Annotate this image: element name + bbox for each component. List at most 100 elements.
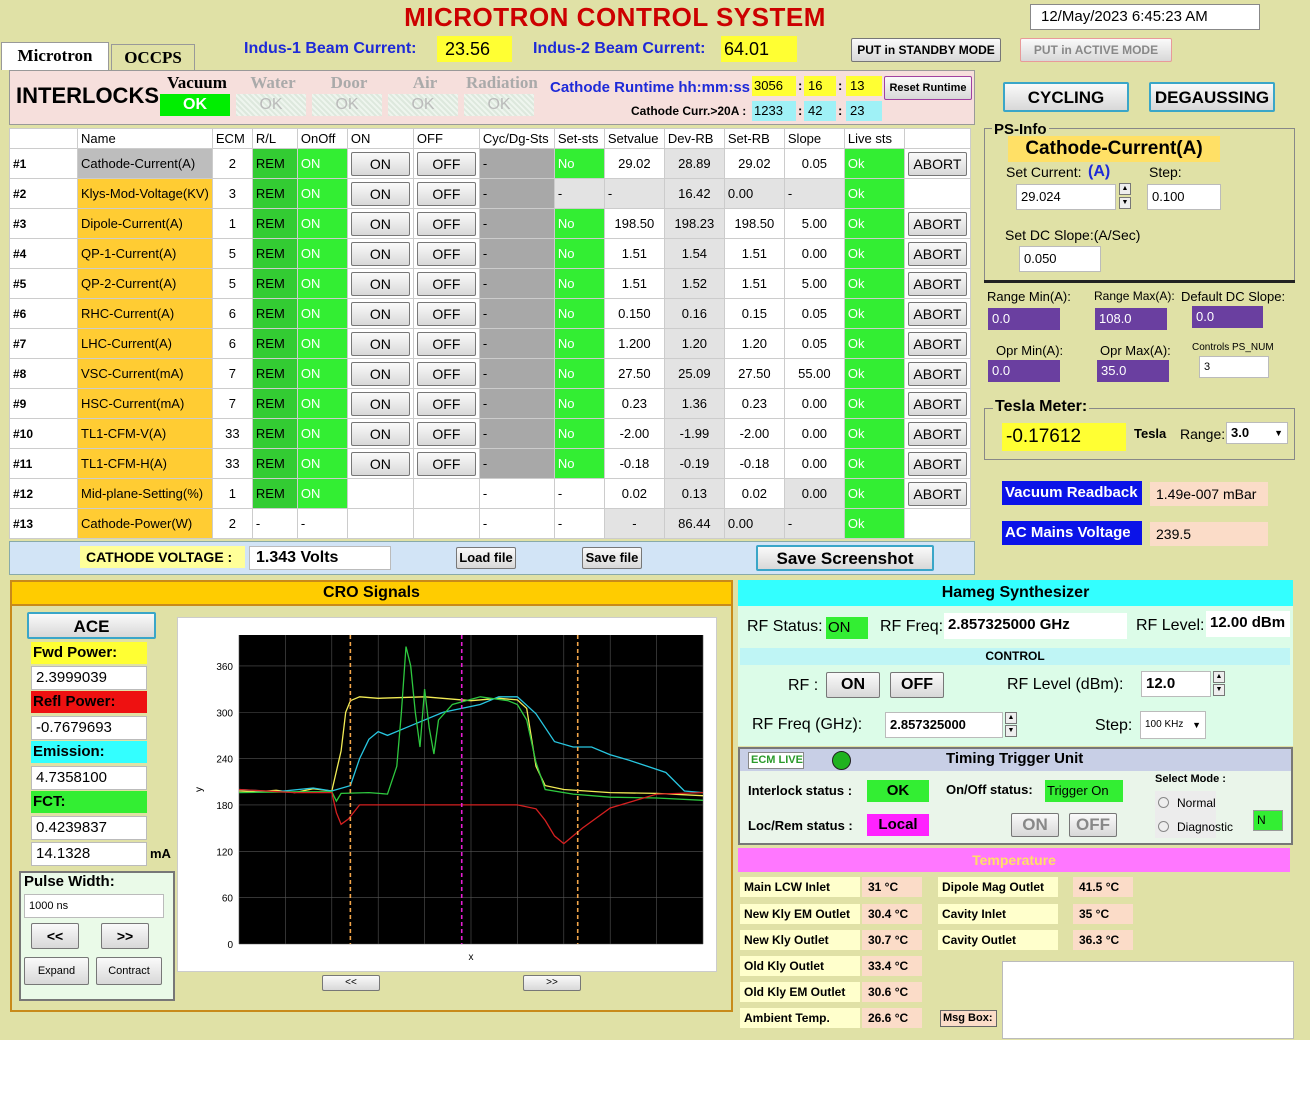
pulse-next-button[interactable]: >> <box>101 923 149 949</box>
ps-off-button[interactable]: OFF <box>416 301 476 326</box>
ps-name-cell[interactable]: VSC-Current(mA) <box>77 358 213 389</box>
ps-on-button[interactable]: ON <box>350 361 410 386</box>
ps-name-cell[interactable]: LHC-Current(A) <box>77 328 213 359</box>
locrem-status-value: Local <box>867 814 929 836</box>
ps-off-button[interactable]: OFF <box>416 331 476 356</box>
set-current-input[interactable]: 29.024 <box>1016 184 1116 210</box>
abort-button[interactable]: ABORT <box>907 361 967 386</box>
setvalue-cell: 1.51 <box>603 238 665 269</box>
abort-button[interactable]: ABORT <box>907 331 967 356</box>
spin-down-icon[interactable]: ▼ <box>1119 197 1131 209</box>
ps-off-button[interactable]: OFF <box>416 361 476 386</box>
interlock-label-vacuum: Vacuum <box>167 73 227 92</box>
rf-on-button[interactable]: ON <box>826 672 880 698</box>
ps-off-button[interactable]: OFF <box>416 391 476 416</box>
rf-level-input[interactable]: 12.0 <box>1141 671 1211 697</box>
spin-up-icon[interactable]: ▲ <box>1005 712 1017 724</box>
ps-on-button[interactable]: ON <box>350 271 410 296</box>
trigger-off-button[interactable]: OFF <box>1069 813 1117 837</box>
column-header: ON <box>346 128 414 149</box>
column-header: Set-RB <box>723 128 785 149</box>
dc-slope-input[interactable]: 0.050 <box>1019 246 1101 272</box>
spin-down-icon[interactable]: ▼ <box>1213 684 1225 696</box>
ps-name-cell[interactable]: QP-1-Current(A) <box>77 238 213 269</box>
ps-off-button[interactable]: OFF <box>416 451 476 476</box>
temp-label: Ambient Temp. <box>740 1008 860 1028</box>
opr-min-label: Opr Min(A): <box>996 343 1064 358</box>
ps-name-cell[interactable]: RHC-Current(A) <box>77 298 213 329</box>
rf-freq-input[interactable]: 2.857325000 <box>885 712 1003 738</box>
abort-button[interactable]: ABORT <box>907 481 967 506</box>
chart-scroll-right-button[interactable]: >> <box>523 975 581 991</box>
temp-value: 30.7 °C <box>862 930 922 950</box>
ps-name-cell[interactable]: QP-2-Current(A) <box>77 268 213 299</box>
ps-name-cell[interactable]: Klys-Mod-Voltage(KV) <box>77 178 213 209</box>
ps-on-button[interactable]: ON <box>350 241 410 266</box>
expand-button[interactable]: Expand <box>24 957 89 985</box>
ps-name-cell[interactable]: Cathode-Power(W) <box>77 508 213 539</box>
rf-step-select[interactable]: 100 KHz ▼ <box>1140 711 1206 739</box>
ps-name-cell[interactable]: Cathode-Current(A) <box>77 148 213 179</box>
pulse-width-input[interactable]: 1000 ns <box>24 894 164 918</box>
ecm-cell: 6 <box>211 328 253 359</box>
onoff-cell: ON <box>296 238 348 269</box>
ps-off-button[interactable]: OFF <box>416 271 476 296</box>
spin-down-icon[interactable]: ▼ <box>1005 725 1017 737</box>
interlock-label-air: Air <box>412 73 438 92</box>
ps-off-button[interactable]: OFF <box>416 241 476 266</box>
save-file-button[interactable]: Save file <box>582 547 642 569</box>
dev-rb-cell: -1.99 <box>663 418 725 449</box>
range-label: Range: <box>1180 426 1226 442</box>
ps-name-cell[interactable]: Mid-plane-Setting(%) <box>77 478 213 509</box>
ps-on-button[interactable]: ON <box>350 451 410 476</box>
slope-cell: 0.00 <box>783 388 845 419</box>
ps-name-cell[interactable]: TL1-CFM-H(A) <box>77 448 213 479</box>
setvalue-cell: 198.50 <box>603 208 665 239</box>
abort-button[interactable]: ABORT <box>907 301 967 326</box>
ps-on-button[interactable]: ON <box>350 181 410 206</box>
radio-normal[interactable] <box>1158 797 1169 808</box>
spin-up-icon[interactable]: ▲ <box>1119 183 1131 195</box>
radio-diagnostic[interactable] <box>1158 821 1169 832</box>
abort-button[interactable]: ABORT <box>907 151 967 176</box>
abort-button[interactable]: ABORT <box>907 241 967 266</box>
ace-button[interactable]: ACE <box>27 612 156 639</box>
tab-microtron[interactable]: Microtron <box>1 42 109 70</box>
abort-button[interactable]: ABORT <box>907 451 967 476</box>
row-index: #13 <box>9 508 78 539</box>
standby-mode-button[interactable]: PUT in STANDBY MODE <box>851 38 1001 62</box>
active-mode-button[interactable]: PUT in ACTIVE MODE <box>1020 38 1172 62</box>
contract-button[interactable]: Contract <box>96 957 162 985</box>
ps-on-button[interactable]: ON <box>350 421 410 446</box>
ps-on-button[interactable]: ON <box>350 331 410 356</box>
ps-on-button[interactable]: ON <box>350 301 410 326</box>
set-rb-cell: 0.00 <box>723 178 785 209</box>
chart-scroll-left-button[interactable]: << <box>322 975 380 991</box>
abort-button[interactable]: ABORT <box>907 421 967 446</box>
ps-on-button[interactable]: ON <box>350 151 410 176</box>
ps-off-button[interactable]: OFF <box>416 421 476 446</box>
ps-on-button[interactable]: ON <box>350 391 410 416</box>
save-screenshot-button[interactable]: Save Screenshot <box>756 545 934 571</box>
reset-runtime-button[interactable]: Reset Runtime <box>884 76 972 100</box>
abort-button[interactable]: ABORT <box>907 391 967 416</box>
ps-off-button[interactable]: OFF <box>416 181 476 206</box>
ps-off-button[interactable]: OFF <box>416 151 476 176</box>
trigger-on-button[interactable]: ON <box>1011 813 1059 837</box>
abort-button[interactable]: ABORT <box>907 271 967 296</box>
degaussing-button[interactable]: DEGAUSSING <box>1149 82 1275 112</box>
pulse-prev-button[interactable]: << <box>31 923 79 949</box>
tab-occps[interactable]: OCCPS <box>111 44 195 72</box>
abort-button[interactable]: ABORT <box>907 211 967 236</box>
spin-up-icon[interactable]: ▲ <box>1213 671 1225 683</box>
ps-name-cell[interactable]: TL1-CFM-V(A) <box>77 418 213 449</box>
load-file-button[interactable]: Load file <box>456 547 516 569</box>
ps-off-button[interactable]: OFF <box>416 211 476 236</box>
ps-name-cell[interactable]: Dipole-Current(A) <box>77 208 213 239</box>
cycling-button[interactable]: CYCLING <box>1003 82 1129 112</box>
step-input[interactable]: 0.100 <box>1147 184 1221 210</box>
ps-on-button[interactable]: ON <box>350 211 410 236</box>
range-select[interactable]: 3.0 ▼ <box>1226 422 1288 444</box>
rf-off-button[interactable]: OFF <box>890 672 944 698</box>
ps-name-cell[interactable]: HSC-Current(mA) <box>77 388 213 419</box>
